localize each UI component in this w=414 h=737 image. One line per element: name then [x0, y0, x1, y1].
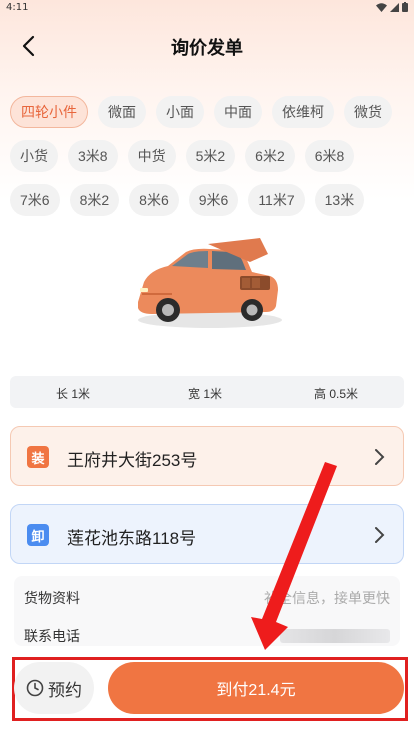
load-address-card[interactable]: 装 王府井大街253号	[10, 426, 404, 486]
vehicle-type-chip[interactable]: 8米6	[129, 184, 179, 216]
vehicle-type-row: 小货 3米8 中货 5米2 6米2 6米8	[10, 140, 410, 172]
vehicle-type-chip[interactable]: 依维柯	[272, 96, 334, 128]
unload-address-card[interactable]: 卸 莲花池东路118号	[10, 504, 404, 564]
height-dimension: 高 0.5米	[314, 385, 358, 402]
load-address-text: 王府井大街253号	[67, 451, 198, 470]
height-value: 0.5米	[329, 387, 359, 401]
pay-on-delivery-button[interactable]: 到付21.4元	[108, 662, 404, 714]
vehicle-type-selector: 四轮小件 微面 小面 中面 依维柯 微货 小货 3米8 中货 5米2 6米2 6…	[10, 96, 410, 228]
chevron-right-icon	[375, 527, 385, 543]
unload-address-text: 莲花池东路118号	[67, 529, 197, 548]
vehicle-type-chip[interactable]: 6米8	[304, 140, 355, 172]
signal-icon	[390, 2, 399, 12]
vehicle-type-row: 7米6 8米2 8米6 9米6 11米7 13米	[10, 184, 410, 216]
status-bar: 4:11	[0, 0, 414, 16]
vehicle-type-chip[interactable]: 11米7	[248, 184, 305, 216]
cargo-info-hint: 补全信息，接单更快	[264, 590, 390, 606]
page-title: 询价发单	[171, 38, 243, 58]
vehicle-illustration	[138, 238, 282, 328]
load-badge: 装	[27, 446, 49, 468]
width-dimension: 宽 1米	[188, 385, 222, 402]
vehicle-type-chip[interactable]: 6米2	[245, 140, 295, 172]
vehicle-type-chip[interactable]: 5米2	[185, 140, 236, 172]
vehicle-type-chip[interactable]: 小货	[10, 140, 58, 172]
vehicle-type-chip-selected[interactable]: 四轮小件	[10, 96, 88, 128]
vehicle-type-chip[interactable]: 中面	[214, 96, 262, 128]
reserve-button[interactable]: 预约	[14, 662, 94, 714]
status-icons	[376, 2, 408, 12]
clock-icon	[26, 679, 44, 697]
cargo-info-label: 货物资料	[24, 590, 80, 606]
vehicle-type-chip[interactable]: 3米8	[68, 140, 118, 172]
order-info-panel: 货物资料 补全信息，接单更快 联系电话	[14, 576, 400, 646]
cargo-dimensions: 长 1米 宽 1米 高 0.5米	[10, 376, 404, 408]
contact-phone-row[interactable]: 联系电话	[24, 626, 390, 646]
unload-badge: 卸	[27, 524, 49, 546]
width-value: 1米	[203, 387, 223, 401]
vehicle-type-chip[interactable]: 7米6	[10, 184, 60, 216]
vehicle-type-chip[interactable]: 小面	[156, 96, 204, 128]
vehicle-type-chip[interactable]: 中货	[127, 140, 176, 172]
reserve-label: 预约	[48, 680, 82, 700]
wifi-icon	[376, 2, 387, 12]
nav-bar: 询价发单	[0, 24, 414, 68]
status-time: 4:11	[6, 2, 29, 13]
vehicle-type-chip[interactable]: 微面	[98, 96, 146, 128]
length-dimension: 长 1米	[56, 385, 90, 402]
contact-phone-value-redacted	[280, 629, 390, 643]
contact-phone-label: 联系电话	[24, 628, 80, 644]
vehicle-type-chip[interactable]: 8米2	[69, 184, 120, 216]
vehicle-type-chip[interactable]: 13米	[314, 184, 365, 216]
cargo-info-row[interactable]: 货物资料 补全信息，接单更快	[24, 588, 390, 608]
vehicle-type-row: 四轮小件 微面 小面 中面 依维柯 微货	[10, 96, 410, 128]
width-label: 宽	[188, 387, 201, 401]
height-label: 高	[314, 387, 327, 401]
bottom-action-bar: 预约 到付21.4元	[0, 652, 414, 737]
vehicle-type-chip[interactable]: 9米6	[188, 184, 239, 216]
length-label: 长	[56, 387, 69, 401]
chevron-right-icon	[375, 449, 385, 465]
battery-icon	[402, 2, 408, 12]
vehicle-type-chip[interactable]: 微货	[344, 96, 392, 128]
length-value: 1米	[71, 387, 91, 401]
